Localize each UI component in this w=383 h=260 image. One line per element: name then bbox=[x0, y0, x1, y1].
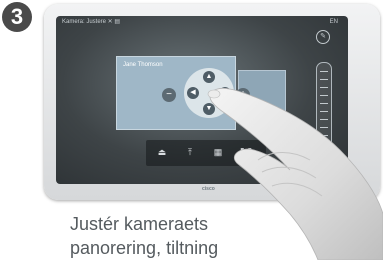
zoom-in-button[interactable]: + bbox=[236, 88, 250, 102]
caption-line-1: Justér kameraets bbox=[70, 214, 209, 234]
volume-slider[interactable] bbox=[316, 62, 332, 154]
caption-line-2: panorering, tiltning bbox=[70, 238, 219, 258]
camera-preview-name: Jane Thomson bbox=[123, 62, 163, 68]
status-bar-title: Kamera: Justere ✕ ▤ bbox=[62, 19, 121, 25]
camera-ptz-pad[interactable]: ▲ ▼ ◀ ▶ bbox=[184, 68, 234, 118]
pan-right-button[interactable]: ▶ bbox=[219, 87, 231, 99]
call-control-bar: ⏏ ⤒ ▦ ❚❚ bbox=[146, 140, 266, 166]
pan-left-button[interactable]: ◀ bbox=[187, 87, 199, 99]
touch-screen: Kamera: Justere ✕ ▤ EN ✎ Jane Thomson − … bbox=[56, 16, 348, 184]
microphone-icon[interactable]: ✎ bbox=[316, 30, 330, 44]
zoom-out-button[interactable]: − bbox=[162, 88, 176, 102]
status-bar: Kamera: Justere ✕ ▤ EN bbox=[56, 16, 348, 28]
hold-icon[interactable]: ❚❚ bbox=[238, 144, 254, 160]
transfer-icon[interactable]: ⤒ bbox=[182, 144, 198, 160]
instruction-caption: Justér kameraets panorering, tiltning bbox=[70, 212, 310, 260]
keypad-icon[interactable]: ▦ bbox=[210, 144, 226, 160]
pan-down-button[interactable]: ▼ bbox=[203, 103, 215, 115]
cisco-logo: cisco bbox=[202, 186, 215, 192]
home-button[interactable] bbox=[316, 158, 330, 172]
status-bar-language: EN bbox=[329, 19, 338, 25]
touch-panel-device: Kamera: Justere ✕ ▤ EN ✎ Jane Thomson − … bbox=[44, 4, 380, 200]
pan-up-button[interactable]: ▲ bbox=[203, 71, 215, 83]
share-icon[interactable]: ⏏ bbox=[154, 144, 170, 160]
step-number-badge: 3 bbox=[2, 2, 32, 32]
